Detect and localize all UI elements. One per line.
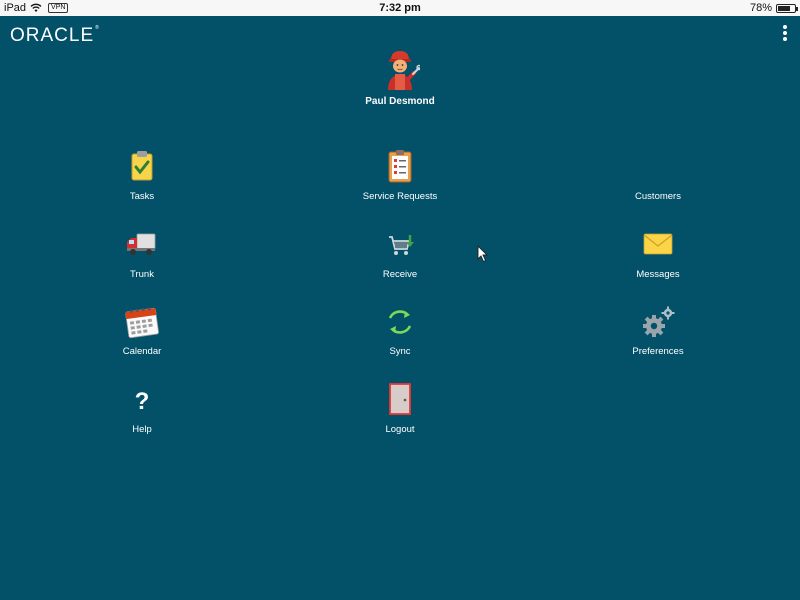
tile-label: Preferences <box>632 346 684 357</box>
battery-fill <box>778 5 790 11</box>
status-bar: iPad VPN 7:32 pm 78% <box>0 0 800 16</box>
tile-tasks[interactable]: Tasks <box>62 149 222 202</box>
checklist-clipboard-icon <box>388 150 412 183</box>
status-right: 78% <box>749 0 798 16</box>
tile-label: Help <box>132 424 152 435</box>
app-screen: ORACLE® Paul Desmond Tasks Service Reque… <box>0 16 800 600</box>
user-profile[interactable]: Paul Desmond <box>300 48 500 107</box>
status-time: 7:32 pm <box>379 2 421 14</box>
customers-icon <box>638 149 678 185</box>
tile-logout[interactable]: Logout <box>320 382 480 435</box>
tile-label: Messages <box>636 269 680 280</box>
tile-label: Trunk <box>130 269 154 280</box>
user-name: Paul Desmond <box>365 96 435 107</box>
tile-label: Tasks <box>129 191 155 202</box>
tile-messages[interactable]: Messages <box>578 227 738 280</box>
clipboard-check-icon <box>131 151 153 181</box>
tile-service-requests[interactable]: Service Requests <box>320 149 480 202</box>
truck-icon <box>127 233 156 255</box>
tile-label: Receive <box>382 269 418 280</box>
logo-mark: ® <box>95 25 100 31</box>
battery-icon <box>776 3 798 13</box>
sync-icon <box>388 310 412 334</box>
overflow-menu-icon[interactable] <box>782 25 788 41</box>
envelope-icon <box>643 233 673 255</box>
calendar-icon <box>125 307 159 339</box>
battery-percent: 78% <box>749 2 772 14</box>
tile-trunk[interactable]: Trunk <box>62 227 222 280</box>
tile-customers[interactable]: Customers <box>578 149 738 202</box>
oracle-logo: ORACLE® <box>10 25 100 47</box>
logo-text: ORACLE <box>10 25 95 46</box>
tile-label: Sync <box>389 346 411 357</box>
tile-sync[interactable]: Sync <box>320 304 480 357</box>
question-icon: ? <box>135 388 150 415</box>
technician-avatar-icon <box>388 51 420 90</box>
mouse-pointer-icon <box>477 245 489 263</box>
tile-receive[interactable]: Receive <box>320 227 480 280</box>
tile-label: Service Requests <box>362 191 438 202</box>
tile-preferences[interactable]: Preferences <box>578 304 738 357</box>
cart-receive-icon <box>389 235 414 255</box>
svg-text:?: ? <box>135 388 150 415</box>
door-icon <box>389 383 411 415</box>
tile-label: Customers <box>635 191 681 202</box>
tile-label: Logout <box>385 424 415 435</box>
tile-label: Calendar <box>122 346 162 357</box>
gears-icon <box>643 306 675 337</box>
tile-help[interactable]: ? Help <box>62 382 222 435</box>
tile-calendar[interactable]: Calendar <box>62 304 222 357</box>
